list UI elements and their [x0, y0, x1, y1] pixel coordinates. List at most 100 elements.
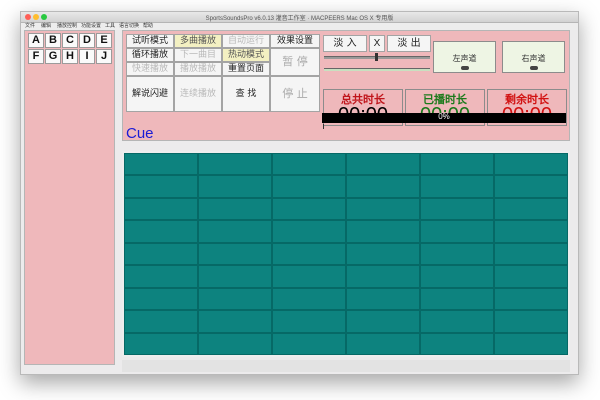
- sound-cell[interactable]: [124, 153, 198, 176]
- sound-cell[interactable]: [198, 175, 272, 198]
- sound-cell[interactable]: [198, 265, 272, 288]
- sound-cell[interactable]: [420, 265, 494, 288]
- progress-position-tick: [323, 124, 324, 129]
- sound-cell[interactable]: [494, 287, 568, 311]
- sound-cell[interactable]: [420, 332, 494, 355]
- find-button[interactable]: 查 找: [222, 76, 270, 112]
- effects-settings-button[interactable]: 效果设置: [270, 34, 320, 48]
- sound-cell[interactable]: [346, 153, 420, 176]
- sound-cell[interactable]: [124, 220, 198, 243]
- progress-percent: 0%: [438, 112, 450, 121]
- sound-cell[interactable]: [124, 287, 198, 311]
- sound-cell[interactable]: [124, 175, 198, 198]
- auto-run-button[interactable]: 自动运行: [222, 34, 270, 48]
- next-track-button[interactable]: 下一曲目: [174, 48, 222, 62]
- sound-cell[interactable]: [494, 310, 568, 333]
- sound-cell[interactable]: [420, 242, 494, 266]
- fade-out-button[interactable]: 淡 出: [387, 35, 431, 52]
- sound-cell[interactable]: [420, 310, 494, 333]
- sound-cell[interactable]: [198, 197, 272, 221]
- left-meter-needle-icon: [461, 66, 469, 70]
- sound-cell[interactable]: [420, 175, 494, 198]
- volume-slider-track[interactable]: [324, 68, 430, 71]
- sound-cell[interactable]: [346, 287, 420, 311]
- sound-cell[interactable]: [494, 265, 568, 288]
- sound-cell[interactable]: [420, 220, 494, 243]
- cue-label: Cue: [126, 125, 154, 142]
- fade-x-button[interactable]: X: [369, 35, 385, 52]
- sound-cell[interactable]: [198, 332, 272, 355]
- sound-cell[interactable]: [272, 242, 346, 266]
- sound-cell[interactable]: [420, 197, 494, 221]
- commentary-duck-button[interactable]: 解说闪避: [126, 76, 174, 112]
- menu-file[interactable]: 文件: [25, 23, 35, 30]
- sound-cell[interactable]: [420, 153, 494, 176]
- fade-in-button[interactable]: 淡 入: [323, 35, 367, 52]
- sound-cell[interactable]: [272, 265, 346, 288]
- sound-cell[interactable]: [346, 220, 420, 243]
- page-button-i[interactable]: I: [79, 49, 95, 64]
- sound-button-grid: [122, 151, 570, 357]
- chain-play-button[interactable]: 播放播放: [174, 62, 222, 76]
- sound-cell[interactable]: [198, 242, 272, 266]
- reset-page-button[interactable]: 重置页面: [222, 62, 270, 76]
- menu-tools[interactable]: 工具: [105, 23, 115, 30]
- progress-bar[interactable]: 0%: [322, 112, 566, 123]
- menu-language[interactable]: 语言切换: [119, 23, 139, 30]
- sound-cell[interactable]: [346, 175, 420, 198]
- page-button-e[interactable]: E: [96, 33, 112, 48]
- sound-cell[interactable]: [124, 265, 198, 288]
- fast-play-button[interactable]: 快速播放: [126, 62, 174, 76]
- page-button-a[interactable]: A: [28, 33, 44, 48]
- sound-cell[interactable]: [346, 265, 420, 288]
- hotkey-mode-button[interactable]: 热动模式: [222, 48, 270, 62]
- page-button-d[interactable]: D: [79, 33, 95, 48]
- page-button-b[interactable]: B: [45, 33, 61, 48]
- sound-cell[interactable]: [346, 197, 420, 221]
- page-button-g[interactable]: G: [45, 49, 61, 64]
- sound-cell[interactable]: [494, 220, 568, 243]
- left-channel-meter: 左声道: [433, 41, 496, 73]
- continuous-play-button[interactable]: 连续播放: [174, 76, 222, 112]
- sound-cell[interactable]: [346, 332, 420, 355]
- menu-playback[interactable]: 播放控制: [57, 23, 77, 30]
- stop-button[interactable]: 停 止: [270, 76, 320, 112]
- control-panel: 试听模式 多曲播放 自动运行 效果设置 循环播放 下一曲目 热动模式 暂 停 快…: [122, 30, 570, 142]
- sound-cell[interactable]: [494, 242, 568, 266]
- sound-cell[interactable]: [494, 153, 568, 176]
- sound-cell[interactable]: [198, 220, 272, 243]
- sound-cell[interactable]: [420, 287, 494, 311]
- sound-cell[interactable]: [494, 197, 568, 221]
- menu-settings[interactable]: 功能设置: [81, 23, 101, 30]
- page-button-h[interactable]: H: [62, 49, 78, 64]
- menu-edit[interactable]: 编辑: [41, 23, 51, 30]
- loop-play-button[interactable]: 循环播放: [126, 48, 174, 62]
- sound-cell[interactable]: [124, 242, 198, 266]
- sound-cell[interactable]: [124, 310, 198, 333]
- sound-cell[interactable]: [124, 197, 198, 221]
- page-button-c[interactable]: C: [62, 33, 78, 48]
- crossfade-slider-knob[interactable]: [375, 53, 378, 61]
- sound-cell[interactable]: [198, 153, 272, 176]
- sound-cell[interactable]: [272, 175, 346, 198]
- sound-cell[interactable]: [272, 153, 346, 176]
- multi-play-button[interactable]: 多曲播放: [174, 34, 222, 48]
- sound-cell[interactable]: [494, 332, 568, 355]
- menu-help[interactable]: 帮助: [143, 23, 153, 30]
- sound-cell[interactable]: [272, 197, 346, 221]
- sound-cell[interactable]: [272, 287, 346, 311]
- page-button-f[interactable]: F: [28, 49, 44, 64]
- sound-cell[interactable]: [494, 175, 568, 198]
- sound-cell[interactable]: [198, 287, 272, 311]
- sound-cell[interactable]: [124, 332, 198, 355]
- page-button-j[interactable]: J: [96, 49, 112, 64]
- sound-cell[interactable]: [272, 220, 346, 243]
- pause-button[interactable]: 暂 停: [270, 48, 320, 76]
- sound-cell[interactable]: [346, 310, 420, 333]
- sound-cell[interactable]: [198, 310, 272, 333]
- sound-cell[interactable]: [272, 332, 346, 355]
- sound-cell[interactable]: [346, 242, 420, 266]
- listen-mode-button[interactable]: 试听模式: [126, 34, 174, 48]
- right-meter-needle-icon: [530, 66, 538, 70]
- sound-cell[interactable]: [272, 310, 346, 333]
